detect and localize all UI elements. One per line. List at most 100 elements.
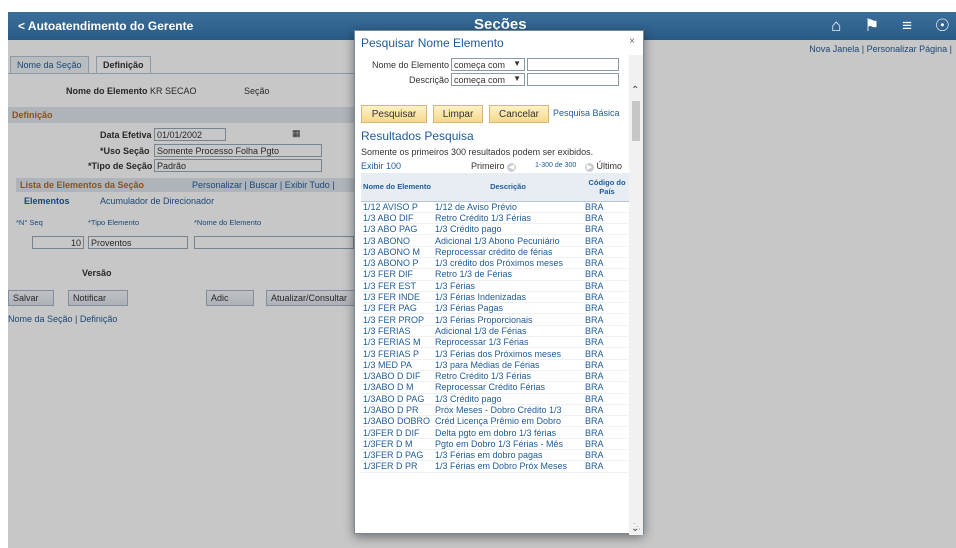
table-row[interactable]: 1/3ABO D PR Próx Meses - Dobro Crédito 1/… xyxy=(361,404,631,417)
country-code-cell[interactable]: BRA xyxy=(583,426,631,439)
table-row[interactable]: 1/3 FER EST 1/3 Férias BRA xyxy=(361,280,631,292)
next-icon[interactable]: ▶ xyxy=(585,163,594,172)
country-code-cell[interactable]: BRA xyxy=(583,201,631,213)
home-icon[interactable]: ⌂ xyxy=(831,16,841,35)
prev-icon[interactable]: ◀ xyxy=(507,163,517,172)
chevron-up-icon[interactable]: ⌃ xyxy=(631,85,639,96)
description-cell[interactable]: Adicional 1/3 de Férias xyxy=(433,325,583,338)
basic-search-link[interactable]: Pesquisa Básica xyxy=(553,108,620,118)
table-row[interactable]: 1/3FER D M Pgto em Dobro 1/3 Férias - Mês… xyxy=(361,438,631,451)
country-code-cell[interactable]: BRA xyxy=(583,313,631,326)
table-row[interactable]: 1/3 ABONO Adicional 1/3 Abono Pecuniário B… xyxy=(361,234,631,247)
scroll-thumb[interactable] xyxy=(632,101,640,141)
resize-grip-icon[interactable]: ⋱ xyxy=(633,522,641,531)
country-code-cell[interactable]: BRA xyxy=(583,234,631,247)
col-country-code[interactable]: Código do País xyxy=(583,173,631,202)
search-button[interactable]: Pesquisar xyxy=(361,105,427,123)
element-name-cell[interactable]: 1/3 MED PA xyxy=(361,359,433,371)
description-cell[interactable]: 1/3 Crédito pago xyxy=(433,223,583,236)
description-cell[interactable]: 1/3 Férias Indenizadas xyxy=(433,291,583,304)
table-row[interactable]: 1/3 ABO PAG 1/3 Crédito pago BRA xyxy=(361,223,631,236)
description-cell[interactable]: Retro Crédito 1/3 Férias xyxy=(433,370,583,383)
table-row[interactable]: 1/3FER D PR 1/3 Férias em Dobro Próx Mese… xyxy=(361,460,631,473)
element-name-cell[interactable]: 1/3 FER EST xyxy=(361,280,433,292)
description-cell[interactable]: 1/3 Crédito pago xyxy=(433,393,583,405)
country-code-cell[interactable]: BRA xyxy=(583,359,631,371)
element-name-cell[interactable]: 1/3ABO D M xyxy=(361,381,433,394)
clear-button[interactable]: Limpar xyxy=(433,105,483,123)
element-name-cell[interactable]: 1/3 FER INDE xyxy=(361,291,433,304)
desc-input[interactable] xyxy=(527,73,619,86)
description-cell[interactable]: 1/3 Férias Proporcionais xyxy=(433,313,583,326)
description-cell[interactable]: Créd Licença Prêmio em Dobro xyxy=(433,415,583,428)
table-row[interactable]: 1/3 FERIAS M Reprocessar 1/3 Férias BRA xyxy=(361,336,631,349)
element-name-cell[interactable]: 1/3 ABONO xyxy=(361,234,433,247)
table-row[interactable]: 1/3 FER INDE 1/3 Férias Indenizadas BRA xyxy=(361,291,631,304)
element-name-cell[interactable]: 1/3ABO D DIF xyxy=(361,370,433,383)
compass-icon[interactable]: ☉ xyxy=(935,16,950,35)
menu-icon[interactable]: ≡ xyxy=(902,16,912,35)
table-row[interactable]: 1/3ABO D PAG 1/3 Crédito pago BRA xyxy=(361,393,631,405)
description-cell[interactable]: Próx Meses - Dobro Crédito 1/3 xyxy=(433,404,583,417)
table-row[interactable]: 1/3 MED PA 1/3 para Médias de Férias BRA xyxy=(361,359,631,371)
element-name-cell[interactable]: 1/3FER D PAG xyxy=(361,449,433,462)
results-scrollbar[interactable]: ⌃ ⌄ xyxy=(629,55,643,535)
element-name-cell[interactable]: 1/3ABO D PR xyxy=(361,404,433,417)
country-code-cell[interactable]: BRA xyxy=(583,280,631,292)
country-code-cell[interactable]: BRA xyxy=(583,438,631,451)
table-row[interactable]: 1/12 AVISO P 1/12 de Aviso Prévio BRA xyxy=(361,201,631,213)
country-code-cell[interactable]: BRA xyxy=(583,449,631,462)
element-name-cell[interactable]: 1/3FER D PR xyxy=(361,460,433,473)
description-cell[interactable]: Reprocessar Crédito Férias xyxy=(433,381,583,394)
country-code-cell[interactable]: BRA xyxy=(583,404,631,417)
element-name-cell[interactable]: 1/3 ABONO M xyxy=(361,246,433,258)
close-icon[interactable]: × xyxy=(629,36,635,47)
cancel-button[interactable]: Cancelar xyxy=(489,105,549,123)
description-cell[interactable]: 1/3 Férias em Dobro Próx Meses xyxy=(433,460,583,473)
table-row[interactable]: 1/3FER D PAG 1/3 Férias em dobro pagas BRA xyxy=(361,449,631,462)
element-name-cell[interactable]: 1/3FER D M xyxy=(361,438,433,451)
description-cell[interactable]: Reprocessar crédito de férias xyxy=(433,246,583,258)
country-code-cell[interactable]: BRA xyxy=(583,336,631,349)
description-cell[interactable]: Pgto em Dobro 1/3 Férias - Mês xyxy=(433,438,583,451)
element-name-cell[interactable]: 1/3ABO DOBRO xyxy=(361,415,433,428)
element-name-cell[interactable]: 1/3 FER PAG xyxy=(361,302,433,315)
description-cell[interactable]: 1/3 crédito dos Próximos meses xyxy=(433,257,583,270)
flag-icon[interactable]: ⚑ xyxy=(864,16,879,35)
description-cell[interactable]: 1/12 de Aviso Prévio xyxy=(433,201,583,213)
name-operator-select[interactable]: começa com ▼ xyxy=(451,58,525,71)
pager-last[interactable]: ▶ Último xyxy=(585,161,622,172)
col-description[interactable]: Descrição xyxy=(433,173,583,202)
country-code-cell[interactable]: BRA xyxy=(583,291,631,304)
country-code-cell[interactable]: BRA xyxy=(583,325,631,338)
table-row[interactable]: 1/3 ABO DIF Retro Crédito 1/3 Férias BRA xyxy=(361,212,631,225)
description-cell[interactable]: 1/3 Férias Pagas xyxy=(433,302,583,315)
element-name-cell[interactable]: 1/3 ABONO P xyxy=(361,257,433,270)
country-code-cell[interactable]: BRA xyxy=(583,246,631,258)
table-row[interactable]: 1/3ABO DOBRO Créd Licença Prêmio em Dobro… xyxy=(361,415,631,428)
country-code-cell[interactable]: BRA xyxy=(583,223,631,236)
table-row[interactable]: 1/3 FER PAG 1/3 Férias Pagas BRA xyxy=(361,302,631,315)
show-100-link[interactable]: Exibir 100 xyxy=(361,161,401,171)
country-code-cell[interactable]: BRA xyxy=(583,347,631,360)
table-row[interactable]: 1/3 FER PROP 1/3 Férias Proporcionais BRA xyxy=(361,313,631,326)
country-code-cell[interactable]: BRA xyxy=(583,460,631,473)
description-cell[interactable]: Delta pgto em dobro 1/3 férias xyxy=(433,426,583,439)
element-name-cell[interactable]: 1/3 FERIAS M xyxy=(361,336,433,349)
pager-first[interactable]: Primeiro ◀ xyxy=(471,161,517,172)
description-cell[interactable]: Retro Crédito 1/3 Férias xyxy=(433,212,583,225)
element-name-cell[interactable]: 1/3 FER DIF xyxy=(361,268,433,281)
country-code-cell[interactable]: BRA xyxy=(583,257,631,270)
description-cell[interactable]: Reprocessar 1/3 Férias xyxy=(433,336,583,349)
country-code-cell[interactable]: BRA xyxy=(583,393,631,405)
description-cell[interactable]: 1/3 para Médias de Férias xyxy=(433,359,583,371)
description-cell[interactable]: Adicional 1/3 Abono Pecuniário xyxy=(433,234,583,247)
element-name-cell[interactable]: 1/3 FER PROP xyxy=(361,313,433,326)
table-row[interactable]: 1/3FER D DIF Delta pgto em dobro 1/3 féri… xyxy=(361,426,631,439)
element-name-cell[interactable]: 1/3 FERIAS P xyxy=(361,347,433,360)
element-name-cell[interactable]: 1/3 ABO DIF xyxy=(361,212,433,225)
table-row[interactable]: 1/3 ABONO M Reprocessar crédito de férias… xyxy=(361,246,631,258)
description-cell[interactable]: 1/3 Férias em dobro pagas xyxy=(433,449,583,462)
country-code-cell[interactable]: BRA xyxy=(583,415,631,428)
element-name-cell[interactable]: 1/12 AVISO P xyxy=(361,201,433,213)
